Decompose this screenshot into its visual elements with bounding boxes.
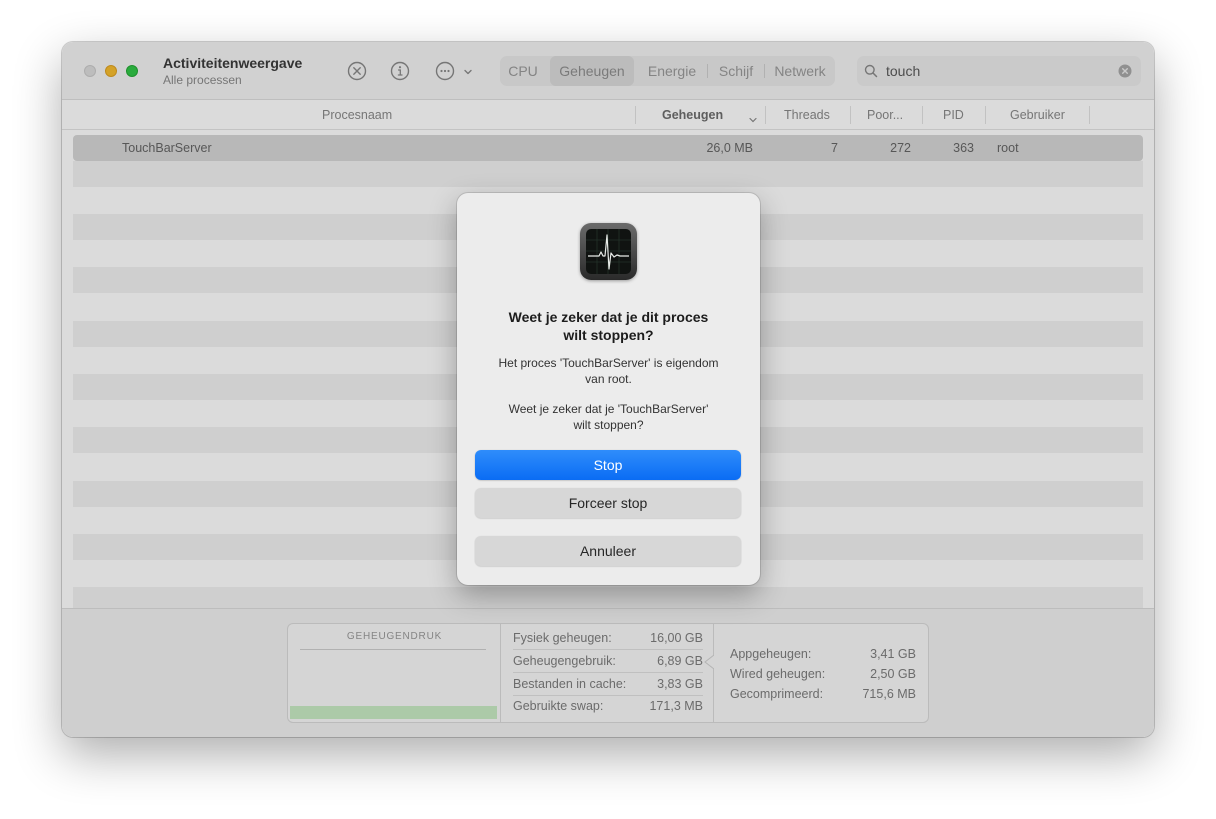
cancel-button[interactable]: Annuleer [475,536,741,566]
activity-monitor-app-icon [580,223,637,280]
dialog-message-line: van root. [585,372,632,386]
dialog-title-line: Weet je zeker dat je dit proces [508,309,709,325]
stop-process-dialog: Weet je zeker dat je dit proces wilt sto… [457,193,760,585]
dialog-title: Weet je zeker dat je dit proces wilt sto… [477,308,740,344]
stop-button[interactable]: Stop [475,450,741,480]
app-icon-screen [586,229,631,274]
dialog-title-line: wilt stoppen? [563,327,654,343]
dialog-message-confirm: Weet je zeker dat je 'TouchBarServer' wi… [477,401,740,433]
dialog-message-ownership: Het proces 'TouchBarServer' is eigendom … [477,355,740,387]
force-stop-button[interactable]: Forceer stop [475,488,741,518]
dialog-message-line: wilt stoppen? [573,418,644,432]
activity-monitor-window: Activiteitenweergave Alle processen CPU … [62,42,1154,737]
dialog-message-line: Weet je zeker dat je 'TouchBarServer' [508,402,709,416]
dialog-message-line: Het proces 'TouchBarServer' is eigendom [498,356,719,370]
